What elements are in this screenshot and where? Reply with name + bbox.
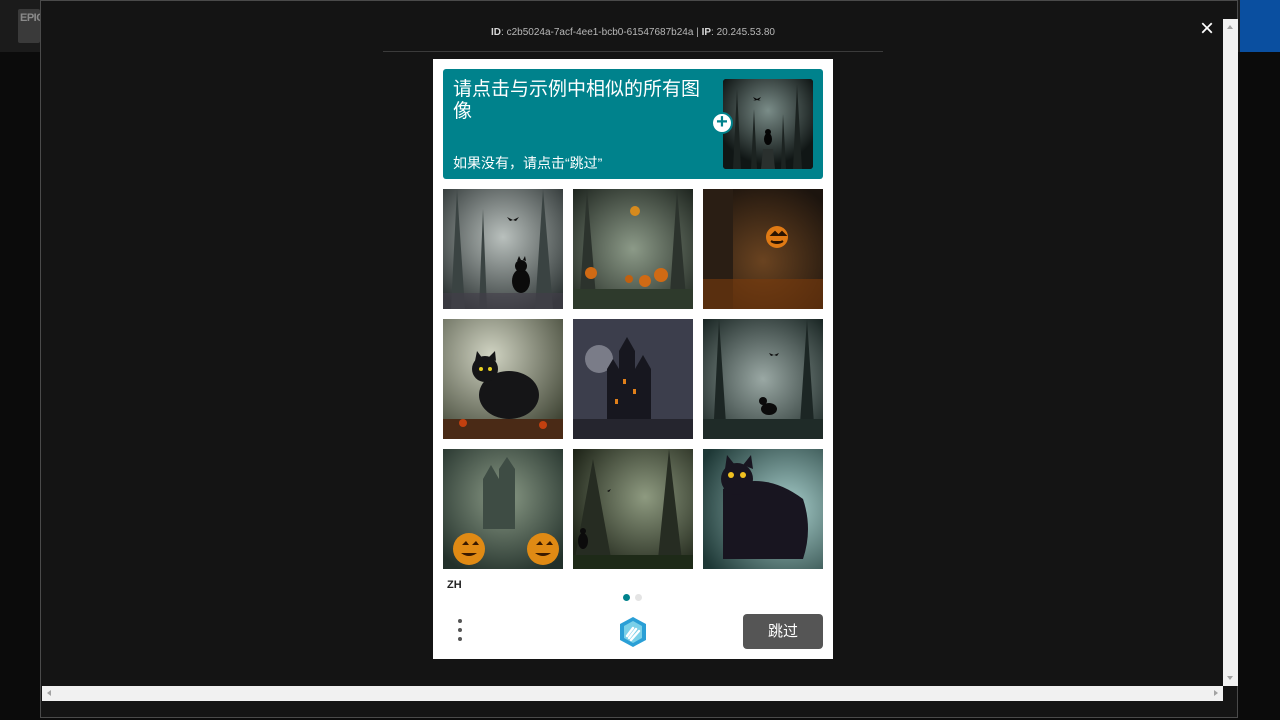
hcaptcha-challenge: 请点击与示例中相似的所有图像 如果没有，请点击“跳过” + ZH 跳过 bbox=[433, 59, 833, 659]
tile-forest-cat-bat[interactable] bbox=[443, 189, 563, 309]
vertical-scrollbar[interactable] bbox=[1223, 19, 1238, 686]
language-selector[interactable]: ZH bbox=[447, 579, 462, 591]
menu-kebab-icon[interactable] bbox=[455, 619, 465, 645]
tile-haunted-castle[interactable] bbox=[573, 319, 693, 439]
plus-icon[interactable]: + bbox=[711, 112, 733, 134]
tile-black-cat-sitting[interactable] bbox=[443, 319, 563, 439]
tile-pumpkins-castle-mist[interactable] bbox=[443, 449, 563, 569]
hcaptcha-logo-icon bbox=[617, 616, 649, 648]
prompt-title: 请点击与示例中相似的所有图像 bbox=[453, 79, 701, 122]
prompt-instruction: 如果没有，请点击“跳过” bbox=[453, 155, 603, 171]
scroll-up-icon[interactable] bbox=[1227, 25, 1233, 29]
id-value: : c2b5024a-7acf-4ee1-bcb0-61547687b24a | bbox=[501, 27, 702, 38]
example-image bbox=[723, 79, 813, 169]
epic-games-logo: EPIC bbox=[18, 9, 44, 43]
tile-black-cat-yellow-eyes[interactable] bbox=[703, 449, 823, 569]
tile-pumpkin-dark-hall[interactable] bbox=[703, 189, 823, 309]
page-indicator bbox=[623, 588, 647, 606]
sign-in-corner bbox=[1240, 0, 1280, 52]
scroll-left-icon[interactable] bbox=[47, 690, 51, 696]
challenge-prompt: 请点击与示例中相似的所有图像 如果没有，请点击“跳过” + bbox=[443, 69, 823, 179]
image-grid bbox=[443, 189, 823, 569]
tile-forest-pumpkins-lantern[interactable] bbox=[573, 189, 693, 309]
horizontal-scrollbar[interactable] bbox=[42, 686, 1223, 701]
tile-forest-small-cat[interactable] bbox=[573, 449, 693, 569]
captcha-dialog: × ID: c2b5024a-7acf-4ee1-bcb0-61547687b2… bbox=[40, 0, 1238, 718]
close-icon[interactable]: × bbox=[1197, 17, 1217, 41]
ip-label: IP bbox=[701, 27, 712, 38]
tile-forest-cat-bats[interactable] bbox=[703, 319, 823, 439]
scroll-down-icon[interactable] bbox=[1227, 676, 1233, 680]
skip-button[interactable]: 跳过 bbox=[743, 614, 823, 649]
scroll-right-icon[interactable] bbox=[1214, 690, 1218, 696]
ip-value: : 20.245.53.80 bbox=[711, 27, 775, 38]
page-dot bbox=[635, 594, 642, 601]
session-info: ID: c2b5024a-7acf-4ee1-bcb0-61547687b24a… bbox=[383, 27, 883, 38]
id-label: ID bbox=[491, 27, 502, 38]
divider bbox=[383, 51, 883, 52]
page-dot-active bbox=[623, 594, 630, 601]
